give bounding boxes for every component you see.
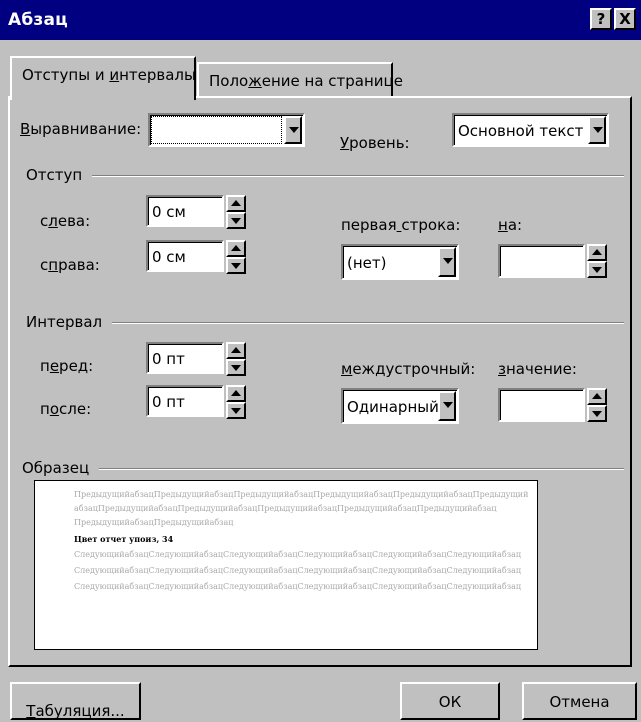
alignment-label: Выравнивание: (20, 120, 142, 138)
chevron-down-icon[interactable] (438, 391, 456, 421)
indent-by-label: на: (498, 216, 523, 234)
chevron-down-icon[interactable] (588, 116, 606, 144)
spin-up-icon[interactable] (226, 342, 246, 359)
spin-down-icon[interactable] (587, 405, 607, 422)
spin-up-icon[interactable] (587, 244, 607, 261)
spacing-after-spinner[interactable] (226, 385, 246, 419)
spin-down-icon[interactable] (587, 261, 607, 278)
preview-line: ПредыдущийабзацПредыдущийабзацПредыдущий… (74, 490, 529, 499)
line-spacing-label: междустрочный: (341, 360, 476, 378)
preview-group: Образец (22, 459, 624, 477)
ok-button[interactable]: ОК (400, 682, 500, 720)
indent-group: Отступ (26, 166, 624, 184)
first-line-label: первая строка: (341, 216, 461, 234)
preview-line: СледующийабзацСледующийабзацСледующийабз… (74, 582, 521, 591)
spin-down-icon[interactable] (226, 257, 246, 274)
indent-right-label: справа: (40, 256, 100, 274)
spin-down-icon[interactable] (226, 359, 246, 376)
indent-by-input[interactable] (498, 244, 607, 278)
spacing-after-input[interactable]: 0 пт (146, 385, 246, 419)
spin-down-icon[interactable] (226, 402, 246, 419)
spin-up-icon[interactable] (226, 195, 246, 212)
spacing-before-label: перед: (40, 357, 94, 375)
spacing-at-spinner[interactable] (587, 388, 607, 422)
spacing-before-input[interactable]: 0 пт (146, 342, 246, 376)
level-select[interactable]: Основной текст (452, 113, 609, 147)
first-line-select[interactable]: (нет) (341, 244, 459, 280)
indent-left-label: слева: (40, 212, 91, 230)
tabs-button[interactable]: Табуляция... (10, 682, 141, 720)
spacing-at-input[interactable] (498, 388, 607, 422)
spin-up-icon[interactable] (226, 385, 246, 402)
alignment-select[interactable] (148, 113, 305, 147)
indent-right-spinner[interactable] (226, 240, 246, 274)
spin-down-icon[interactable] (226, 212, 246, 229)
spacing-group: Интервал (26, 313, 624, 331)
preview-line: Цвет отчет упоиз, 34 (74, 534, 174, 544)
indent-left-input[interactable]: 0 см (146, 195, 246, 229)
indent-left-spinner[interactable] (226, 195, 246, 229)
preview-line: СледующийабзацСледующийабзацСледующийабз… (74, 566, 521, 575)
spin-up-icon[interactable] (226, 240, 246, 257)
preview-line: абзацПредыдущийабзацПредыдущийабзацПреды… (74, 504, 497, 513)
level-label: Уровень: (340, 134, 410, 152)
chevron-down-icon[interactable] (284, 116, 302, 144)
spacing-before-spinner[interactable] (226, 342, 246, 376)
spacing-at-label: значение: (498, 360, 577, 378)
line-spacing-select[interactable]: Одинарный (341, 388, 459, 424)
indent-right-input[interactable]: 0 см (146, 240, 246, 274)
focus-ring (151, 116, 282, 144)
spin-up-icon[interactable] (587, 388, 607, 405)
preview-line: СледующийабзацСледующийабзацСледующийабз… (74, 550, 521, 559)
preview-line: ПредыдущийабзацПредыдущийабзац (74, 518, 234, 527)
spacing-after-label: после: (40, 400, 92, 418)
cancel-button[interactable]: Отмена (522, 682, 637, 720)
paragraph-dialog: Абзац ? X Отступы и интервалы Положение … (0, 0, 641, 722)
indent-by-spinner[interactable] (587, 244, 607, 278)
tabs-button-label: Табуляция... (26, 702, 125, 720)
chevron-down-icon[interactable] (438, 247, 456, 277)
